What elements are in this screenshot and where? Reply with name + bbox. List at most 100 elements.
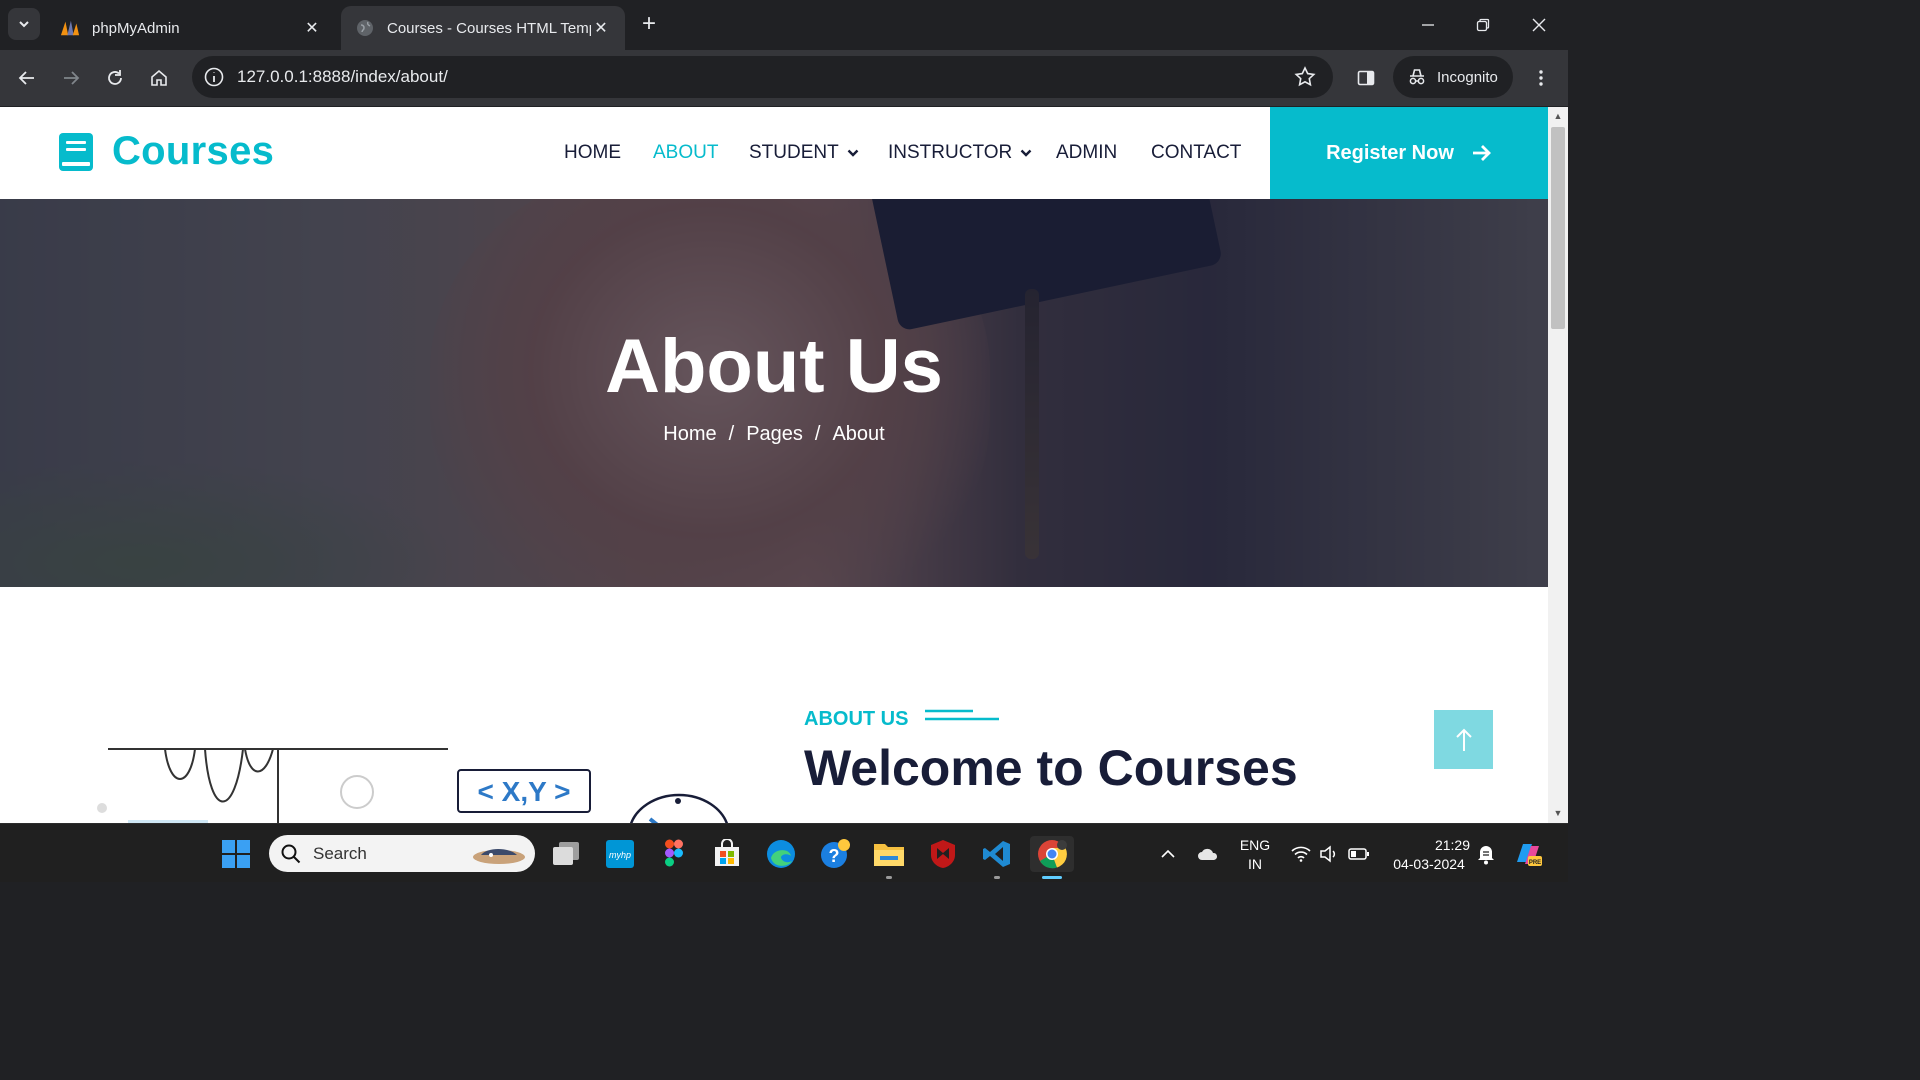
figma-app[interactable] xyxy=(656,836,692,872)
mcafee-app[interactable] xyxy=(925,836,961,872)
onedrive-button[interactable] xyxy=(1190,836,1226,872)
chevron-down-icon xyxy=(847,149,859,157)
section-label: ABOUT US xyxy=(804,708,909,730)
myhp-app[interactable]: myhp xyxy=(602,836,638,872)
tab-phpmyadmin[interactable]: phpMyAdmin ✕ xyxy=(46,6,336,50)
svg-text:?: ? xyxy=(829,846,840,866)
edge-app[interactable] xyxy=(763,836,799,872)
browser-menu-button[interactable] xyxy=(1525,62,1557,94)
reload-icon xyxy=(108,70,122,85)
address-bar[interactable]: 127.0.0.1:8888/index/about/ xyxy=(192,56,1333,98)
bookmark-star-icon[interactable] xyxy=(1293,65,1317,89)
show-hidden-icons-button[interactable] xyxy=(1150,836,1186,872)
page-scrollbar[interactable]: ▲ ▼ xyxy=(1548,107,1568,823)
reload-button[interactable] xyxy=(99,62,131,94)
copilot-button[interactable]: PRE xyxy=(1510,836,1546,872)
file-explorer-app[interactable] xyxy=(871,836,907,872)
arrow-left-icon xyxy=(18,71,34,85)
nav-instructor[interactable]: INSTRUCTOR xyxy=(888,142,1032,164)
book-icon xyxy=(59,132,93,171)
breadcrumb-current: About xyxy=(832,423,885,445)
start-button[interactable] xyxy=(218,836,254,872)
search-placeholder: Search xyxy=(313,843,367,863)
new-tab-button[interactable]: + xyxy=(636,12,662,38)
home-button[interactable] xyxy=(143,62,175,94)
close-tab-icon[interactable]: ✕ xyxy=(591,18,611,38)
get-help-app[interactable]: ? xyxy=(817,836,853,872)
minimize-button[interactable] xyxy=(1408,8,1448,42)
incognito-indicator[interactable]: Incognito xyxy=(1393,56,1513,98)
register-now-button[interactable]: Register Now xyxy=(1270,107,1548,199)
breadcrumb-separator: / xyxy=(728,423,735,445)
side-panel-icon xyxy=(1357,70,1375,86)
scroll-down-arrow-icon[interactable]: ▼ xyxy=(1553,808,1563,818)
battery-button[interactable] xyxy=(1341,836,1377,872)
more-vertical-icon xyxy=(1539,70,1543,86)
close-tab-icon[interactable]: ✕ xyxy=(302,18,322,38)
page-viewport: Courses HOME ABOUT STUDENT INSTRUCTOR AD… xyxy=(0,107,1548,823)
vscode-app[interactable] xyxy=(979,836,1015,872)
logo-text: Courses xyxy=(112,129,275,173)
tab-courses[interactable]: Courses - Courses HTML Templ ✕ xyxy=(341,6,625,50)
nav-student[interactable]: STUDENT xyxy=(749,142,859,164)
arrow-up-icon xyxy=(1455,728,1472,751)
microsoft-store-app[interactable] xyxy=(709,836,745,872)
close-window-button[interactable] xyxy=(1519,8,1559,42)
back-button[interactable] xyxy=(11,62,43,94)
app-running-indicator xyxy=(886,876,892,879)
chrome-icon xyxy=(1038,840,1067,869)
search-highlight-image-icon xyxy=(473,849,525,864)
incognito-icon xyxy=(1409,69,1425,85)
help-icon: ? xyxy=(821,839,850,868)
taskbar-search[interactable]: Search xyxy=(269,835,535,872)
wifi-icon xyxy=(1291,846,1311,862)
breadcrumb-home[interactable]: Home xyxy=(663,423,716,445)
back-to-top-button[interactable] xyxy=(1434,710,1493,769)
clock[interactable]: 21:29 04-03-2024 xyxy=(1384,836,1474,874)
site-navbar: Courses HOME ABOUT STUDENT INSTRUCTOR AD… xyxy=(0,107,1548,199)
store-icon xyxy=(715,839,739,866)
clock-date: 04-03-2024 xyxy=(1393,856,1465,872)
battery-icon xyxy=(1348,848,1369,860)
browser-toolbar: 127.0.0.1:8888/index/about/ Incognito xyxy=(0,50,1568,106)
clock-time: 21:29 xyxy=(1434,837,1470,853)
breadcrumb-separator: / xyxy=(814,423,821,445)
forward-button[interactable] xyxy=(55,62,87,94)
language-indicator[interactable]: ENG IN xyxy=(1235,836,1275,874)
task-view-button[interactable] xyxy=(548,836,584,872)
language-code: ENG xyxy=(1239,837,1271,853)
chevron-up-icon xyxy=(1161,849,1175,858)
copilot-icon: PRE xyxy=(1517,844,1542,866)
scroll-up-arrow-icon[interactable]: ▲ xyxy=(1553,111,1563,121)
site-logo[interactable]: Courses xyxy=(58,129,274,174)
close-icon xyxy=(1532,18,1546,32)
scrollbar-thumb[interactable] xyxy=(1551,127,1565,329)
tab-search-button[interactable] xyxy=(8,8,40,40)
nav-label: INSTRUCTOR xyxy=(888,142,1013,163)
nav-about[interactable]: ABOUT xyxy=(653,142,718,164)
nav-label: STUDENT xyxy=(749,142,839,163)
notifications-button[interactable] xyxy=(1468,836,1504,872)
chrome-app[interactable] xyxy=(1030,836,1074,872)
breadcrumb-pages[interactable]: Pages xyxy=(746,423,803,445)
arrow-right-icon xyxy=(64,71,80,85)
nav-admin[interactable]: ADMIN xyxy=(1056,142,1117,164)
incognito-label: Incognito xyxy=(1437,68,1498,86)
svg-text:PRE: PRE xyxy=(1529,860,1541,866)
task-view-icon xyxy=(553,842,579,865)
nav-contact[interactable]: CONTACT xyxy=(1151,142,1241,164)
arrow-right-icon xyxy=(1472,145,1491,161)
folder-icon xyxy=(874,844,904,866)
tab-strip: phpMyAdmin ✕ Courses - Courses HTML Temp… xyxy=(0,0,1568,50)
nav-home[interactable]: HOME xyxy=(564,142,621,164)
about-illustration: < X,Y > xyxy=(97,748,729,823)
site-info-icon[interactable] xyxy=(202,65,226,89)
url-text[interactable]: 127.0.0.1:8888/index/about/ xyxy=(237,67,448,87)
svg-text:myhp: myhp xyxy=(609,850,631,860)
notification-bell-icon xyxy=(1478,846,1494,865)
section-title: Welcome to Courses xyxy=(804,740,1298,796)
figma-icon xyxy=(665,839,683,867)
restore-button[interactable] xyxy=(1463,8,1503,42)
side-panel-button[interactable] xyxy=(1350,62,1382,94)
tab-title: phpMyAdmin xyxy=(92,19,180,37)
